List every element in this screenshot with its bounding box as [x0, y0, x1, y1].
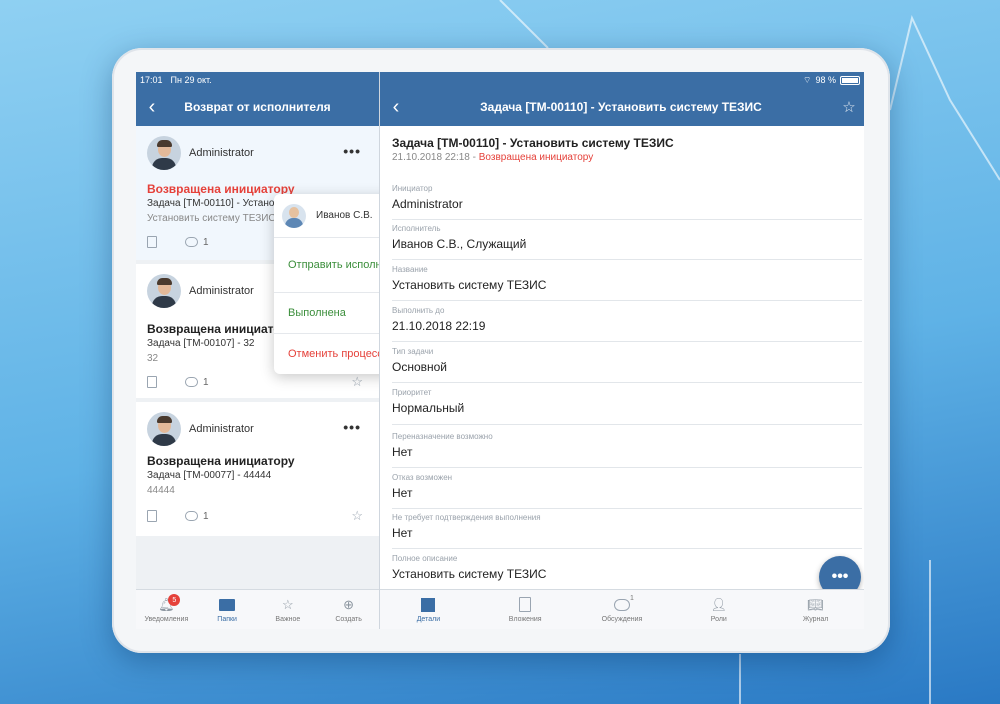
comment-icon	[613, 597, 630, 613]
tab-discussions[interactable]: 1 Обсуждения	[574, 590, 671, 629]
task-details: Задача [TM-00110] - Установить систему Т…	[380, 126, 864, 598]
status-time: 17:01	[140, 75, 163, 85]
battery-icon	[840, 75, 860, 85]
attachment-icon	[147, 510, 157, 522]
back-icon[interactable]: ‹	[140, 88, 164, 126]
card-author: Administrator	[189, 147, 254, 159]
right-nav-title: Задача [TM-00110] - Установить систему Т…	[480, 100, 762, 114]
card-icons: 1	[147, 236, 209, 248]
wifi-icon: ⌔	[803, 74, 812, 85]
user-avatar	[282, 203, 306, 228]
tab-folders[interactable]: Папки	[197, 590, 258, 629]
star-icon: ☆	[282, 596, 294, 612]
tab-create[interactable]: ⊕ Создать	[318, 590, 379, 629]
card-task: Задача [TM-00077] - 44444	[147, 470, 272, 481]
tablet-frame: 17:01 Пн 29 окт. ⌔ 98 % ‹ Возврат от исп…	[112, 48, 890, 653]
more-icon[interactable]: •••	[343, 143, 361, 159]
detail-title: Задача [TM-00110] - Установить систему Т…	[392, 136, 674, 150]
comment-icon	[185, 511, 198, 521]
card-status: Возвращена инициатору	[147, 322, 295, 336]
comment-count: 1	[185, 237, 209, 248]
tab-notifications[interactable]: 🔔︎ 5 Уведомления	[136, 590, 197, 629]
card-status: Возвращена инициатору	[147, 454, 295, 468]
left-nav-bar: ‹ Возврат от исполнителя	[136, 88, 379, 126]
detail-state: Возвращена инициатору	[478, 152, 594, 163]
field-priority: Приоритет Нормальный	[392, 388, 862, 425]
folder-icon	[219, 597, 236, 613]
field-refusal: Отказ возможен Нет	[392, 473, 862, 509]
card-description: 32	[147, 353, 159, 364]
avatar	[147, 412, 181, 446]
tab-details[interactable]: Детали	[380, 590, 477, 629]
field-due-date: Выполнить до 21.10.2018 22:19	[392, 306, 862, 342]
field-task-type: Тип задачи Основной	[392, 347, 862, 383]
comment-icon	[185, 237, 198, 247]
favorite-star-icon[interactable]: ☆	[834, 98, 864, 116]
card-author: Administrator	[189, 423, 254, 435]
status-date: Пн 29 окт.	[170, 75, 212, 85]
tab-roles[interactable]: 👤︎ Роли	[670, 590, 767, 629]
document-icon	[517, 597, 533, 613]
card-icons: 1	[147, 376, 209, 388]
battery-text: 98 %	[815, 75, 836, 85]
popover-user-name: Иванов С.В.	[316, 210, 373, 221]
star-icon[interactable]: ☆	[351, 374, 363, 390]
tab-important[interactable]: ☆ Важное	[258, 590, 319, 629]
comment-count: 1	[185, 377, 209, 388]
notification-badge: 5	[168, 594, 181, 606]
card-description: 44444	[147, 485, 175, 496]
field-name: Название Установить систему ТЕЗИС	[392, 265, 862, 301]
star-icon[interactable]: ☆	[351, 508, 363, 524]
person-icon: 👤︎	[710, 596, 728, 612]
avatar	[147, 136, 181, 170]
app-screen: 17:01 Пн 29 окт. ⌔ 98 % ‹ Возврат от исп…	[136, 72, 864, 629]
attachment-icon	[147, 376, 157, 388]
tab-attachments[interactable]: Вложения	[477, 590, 574, 629]
comment-count: 1	[185, 511, 209, 522]
left-nav-title: Возврат от исполнителя	[184, 100, 331, 114]
status-bar: 17:01 Пн 29 окт. ⌔ 98 %	[136, 72, 864, 88]
task-card[interactable]: Administrator ••• Возвращена инициатору …	[136, 402, 379, 536]
field-reassign: Переназначение возможно Нет	[392, 432, 862, 468]
field-initiator: Инициатор Administrator	[392, 184, 862, 220]
back-icon[interactable]: ‹	[384, 88, 408, 126]
detail-subtitle: 21.10.2018 22:18 - Возвращена инициатору	[392, 152, 594, 163]
card-author: Administrator	[189, 285, 254, 297]
attachment-icon	[147, 236, 157, 248]
card-description: Установить систему ТЕЗИС	[147, 213, 276, 224]
field-executor: Исполнитель Иванов С.В., Служащий	[392, 224, 862, 260]
avatar	[147, 274, 181, 308]
card-task: Задача [TM-00107] - 32	[147, 338, 255, 349]
tab-journal[interactable]: 📖︎ Журнал	[767, 590, 864, 629]
card-icons: 1	[147, 510, 209, 522]
top-bar: 17:01 Пн 29 окт. ⌔ 98 % ‹ Возврат от исп…	[136, 72, 864, 126]
details-icon	[420, 597, 436, 613]
comment-icon	[185, 377, 198, 387]
field-no-confirmation: Не требует подтверждения выполнения Нет	[392, 513, 862, 549]
right-tab-bar: Детали Вложения 1 Обсуждения 👤︎ Роли 📖︎ …	[380, 589, 864, 629]
more-icon[interactable]: •••	[343, 419, 361, 435]
discussion-count: 1	[629, 595, 634, 602]
book-icon: 📖︎	[807, 596, 824, 612]
plus-circle-icon: ⊕	[343, 596, 355, 612]
right-nav-bar: ‹ Задача [TM-00110] - Установить систему…	[380, 88, 864, 126]
card-status: Возвращена инициатору	[147, 182, 295, 196]
detail-date: 21.10.2018 22:18	[392, 152, 470, 163]
field-full-description: Полное описание Установить систему ТЕЗИС	[392, 554, 547, 581]
left-tab-bar: 🔔︎ 5 Уведомления Папки ☆ Важное ⊕ Создат…	[136, 589, 379, 629]
